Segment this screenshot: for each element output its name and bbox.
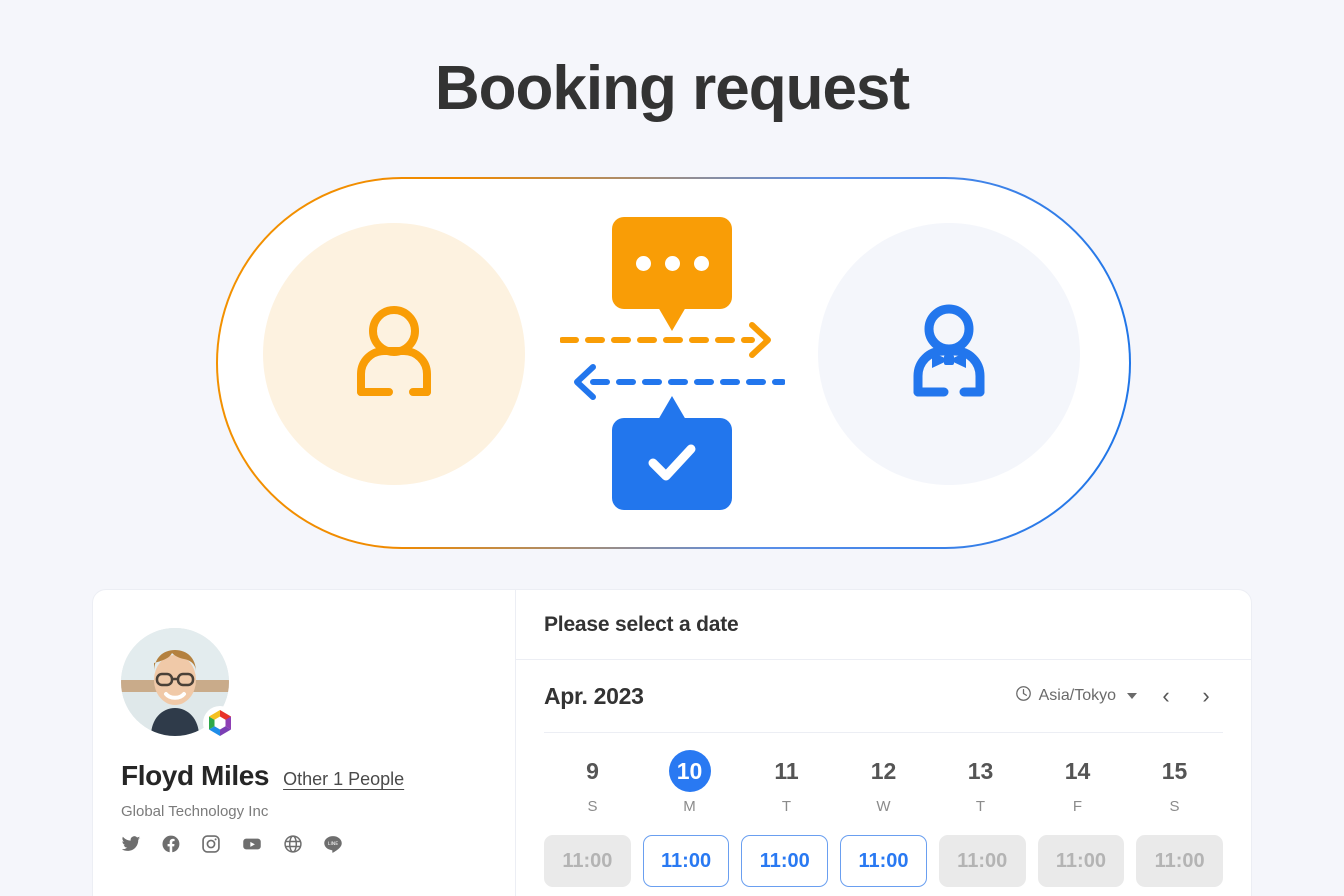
time-slot-disabled: 11:00: [1037, 835, 1125, 887]
day-number-label: 14: [1064, 757, 1091, 784]
calendar-controls: Asia/Tokyo ‹ ›: [1009, 679, 1223, 713]
month-label: Apr. 2023: [544, 682, 644, 709]
confirmation-message-bubble: [612, 396, 732, 510]
timezone-label: Asia/Tokyo: [1038, 687, 1116, 704]
day-number[interactable]: 13: [932, 751, 1029, 791]
day-column[interactable]: 15 S: [1126, 751, 1223, 816]
requester-avatar-circle: [263, 223, 525, 485]
day-number[interactable]: 12: [835, 751, 932, 791]
calendar-toolbar: Apr. 2023 Asia/Tokyo ‹ ›: [516, 660, 1251, 732]
day-of-week-label: F: [1072, 798, 1083, 815]
calendar-header-title: Please select a date: [544, 612, 739, 636]
hexagon-logo-badge: [203, 706, 237, 740]
page-person-name: Floyd Miles: [121, 760, 270, 791]
facebook-icon[interactable]: [161, 834, 181, 854]
calendar-pane: Please select a date Apr. 2023 Asia/Toky…: [516, 590, 1251, 896]
twitter-icon[interactable]: [121, 834, 141, 854]
youtube-icon[interactable]: [241, 834, 263, 854]
day-column[interactable]: 12 W: [835, 751, 932, 816]
person-icon: [351, 304, 437, 405]
prev-week-button[interactable]: ‹: [1149, 679, 1183, 713]
ellipsis-dots-icon: [635, 255, 709, 271]
day-number-label: 15: [1161, 757, 1188, 784]
day-number[interactable]: 11: [738, 751, 835, 791]
time-slot-row: 11:00 11:00 11:00 11:00 11:00 11:00 11:00: [544, 835, 1223, 887]
page-title: Booking request: [434, 54, 910, 123]
day-number-label: 10: [668, 750, 711, 792]
day-column[interactable]: 11 T: [738, 751, 835, 816]
svg-text:LINE: LINE: [328, 841, 338, 847]
day-number[interactable]: 14: [1029, 751, 1126, 791]
day-number-label: 13: [967, 757, 994, 784]
day-column[interactable]: 14 F: [1029, 751, 1126, 816]
instagram-icon[interactable]: [201, 834, 221, 854]
day-number-selected[interactable]: 10: [641, 750, 738, 792]
day-header-row: 9 S 10 M 11 T 12 W 13 T 14 F 15 S: [544, 732, 1223, 815]
day-of-week-label: T: [781, 798, 792, 815]
day-of-week-label: S: [1169, 798, 1180, 815]
day-number-label: 11: [774, 757, 799, 784]
chevron-down-icon: [1127, 693, 1137, 699]
day-of-week-label: S: [587, 798, 598, 815]
day-column[interactable]: 10 M: [641, 750, 738, 815]
host-avatar-circle: [818, 223, 1080, 485]
timezone-select[interactable]: Asia/Tokyo: [1009, 681, 1143, 711]
time-slot-available[interactable]: 11:00: [840, 835, 927, 887]
day-of-week-label: M: [683, 798, 696, 815]
calendar-header: Please select a date: [516, 590, 1251, 660]
website-icon[interactable]: [283, 834, 303, 854]
time-slot-disabled: 11:00: [938, 835, 1026, 887]
day-number[interactable]: 15: [1126, 751, 1223, 791]
day-of-week-label: T: [975, 798, 986, 815]
time-slot-available[interactable]: 11:00: [741, 835, 829, 887]
day-column[interactable]: 13 T: [932, 751, 1029, 816]
booking-card: Floyd Miles Other 1 People Global Techno…: [92, 589, 1252, 896]
day-of-week-label: W: [876, 798, 891, 815]
company-name: Global Technology Inc: [121, 803, 269, 820]
booking-flow-illustration: [216, 177, 1131, 549]
time-slot-disabled: 11:00: [544, 835, 631, 887]
profile-name-row: Floyd Miles Other 1 People: [121, 760, 487, 792]
time-slot-available[interactable]: 11:00: [642, 835, 730, 887]
day-number[interactable]: 9: [544, 751, 641, 791]
concierge-person-icon: [906, 304, 992, 405]
day-number-label: 12: [870, 757, 897, 784]
line-icon[interactable]: LINE: [323, 834, 343, 854]
avatar: [121, 628, 237, 740]
time-slot-disabled: 11:00: [1136, 835, 1223, 887]
next-week-button[interactable]: ›: [1189, 679, 1223, 713]
profile-pane: Floyd Miles Other 1 People Global Techno…: [93, 590, 516, 896]
social-links: LINE: [121, 834, 487, 854]
request-arrow-right: [559, 320, 785, 360]
day-column[interactable]: 9S: [544, 751, 641, 816]
clock-icon: [1015, 685, 1032, 707]
request-message-bubble: [612, 217, 732, 331]
other-people-link[interactable]: Other 1 People: [283, 769, 404, 790]
day-number-label: 9: [586, 757, 599, 784]
check-icon: [648, 443, 696, 486]
